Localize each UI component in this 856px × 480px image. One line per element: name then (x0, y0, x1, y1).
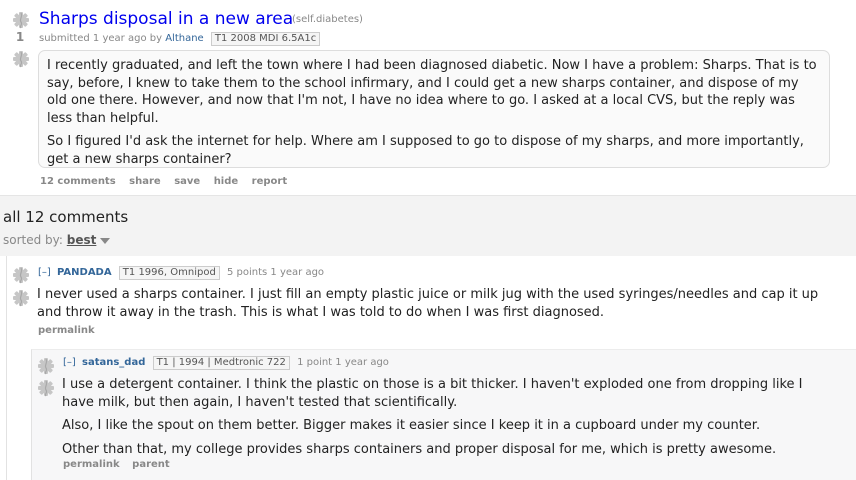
post-selftext: I recently graduated, and left the town … (38, 50, 830, 168)
comment-body: I use a detergent container. I think the… (62, 376, 837, 464)
comments-link[interactable]: 12 comments (40, 176, 116, 187)
comments-heading: all 12 comments (3, 208, 129, 226)
post-author-flair: T1 2008 MDI 6.5A1c (210, 32, 321, 46)
submitted-text: submitted 1 year ago by (39, 33, 163, 44)
upvote-icon[interactable] (36, 356, 56, 376)
save-button[interactable]: save (174, 176, 200, 187)
collapse-toggle[interactable]: [–] (63, 357, 76, 368)
sort-value[interactable]: best (67, 233, 97, 247)
upvote-icon[interactable] (11, 265, 31, 285)
post-buttons: 12 comments share save hide report (40, 176, 297, 187)
comment-author[interactable]: satans_dad (82, 357, 145, 368)
triangle-down-icon[interactable] (100, 237, 111, 245)
hide-button[interactable]: hide (214, 176, 239, 187)
sort-menu[interactable]: sorted by: best (3, 233, 111, 247)
downvote-icon[interactable] (11, 49, 31, 69)
sorted-by-label: sorted by: (3, 233, 63, 247)
report-button[interactable]: report (252, 176, 287, 187)
upvote-icon[interactable] (11, 10, 31, 30)
comment-points: 5 points 1 year ago (226, 267, 325, 278)
comment-buttons: permalink parent (63, 459, 179, 470)
collapse-toggle[interactable]: [–] (38, 267, 51, 278)
comment-tagline: [–] PANDADA T1 1996, Omnipod 5 points 1 … (38, 266, 324, 280)
permalink-button[interactable]: permalink (38, 325, 95, 336)
post-author[interactable]: Althane (165, 33, 204, 44)
post-domain[interactable]: (self.diabetes) (292, 14, 363, 25)
parent-button[interactable]: parent (132, 459, 170, 470)
comment-buttons: permalink (38, 325, 104, 336)
comment-paragraph: Also, I like the spout on them better. B… (62, 418, 761, 433)
comment-author[interactable]: PANDADA (57, 267, 112, 278)
permalink-button[interactable]: permalink (63, 459, 120, 470)
comment-body: I never used a sharps container. I just … (37, 286, 837, 327)
comment-author-flair: T1 | 1994 | Medtronic 722 (152, 356, 290, 370)
selftext-paragraph: I recently graduated, and left the town … (47, 58, 817, 126)
post-title[interactable]: Sharps disposal in a new area (39, 9, 293, 29)
downvote-icon[interactable] (11, 288, 31, 308)
post-tagline: submitted 1 year ago by Althane T1 2008 … (39, 32, 321, 46)
comment-paragraph: I use a detergent container. I think the… (62, 377, 803, 410)
comment-tagline: [–] satans_dad T1 | 1994 | Medtronic 722… (63, 356, 389, 370)
downvote-icon[interactable] (36, 378, 56, 398)
comments-area (0, 196, 856, 256)
comment-points: 1 point 1 year ago (297, 357, 389, 368)
share-button[interactable]: share (129, 176, 161, 187)
post-score: 1 (15, 30, 25, 44)
comment-paragraph: Other than that, my college provides sha… (62, 441, 777, 457)
selftext-paragraph: So I figured I'd ask the internet for he… (47, 134, 804, 167)
comment-author-flair: T1 1996, Omnipod (118, 266, 220, 280)
comment-paragraph: I never used a sharps container. I just … (37, 287, 819, 320)
